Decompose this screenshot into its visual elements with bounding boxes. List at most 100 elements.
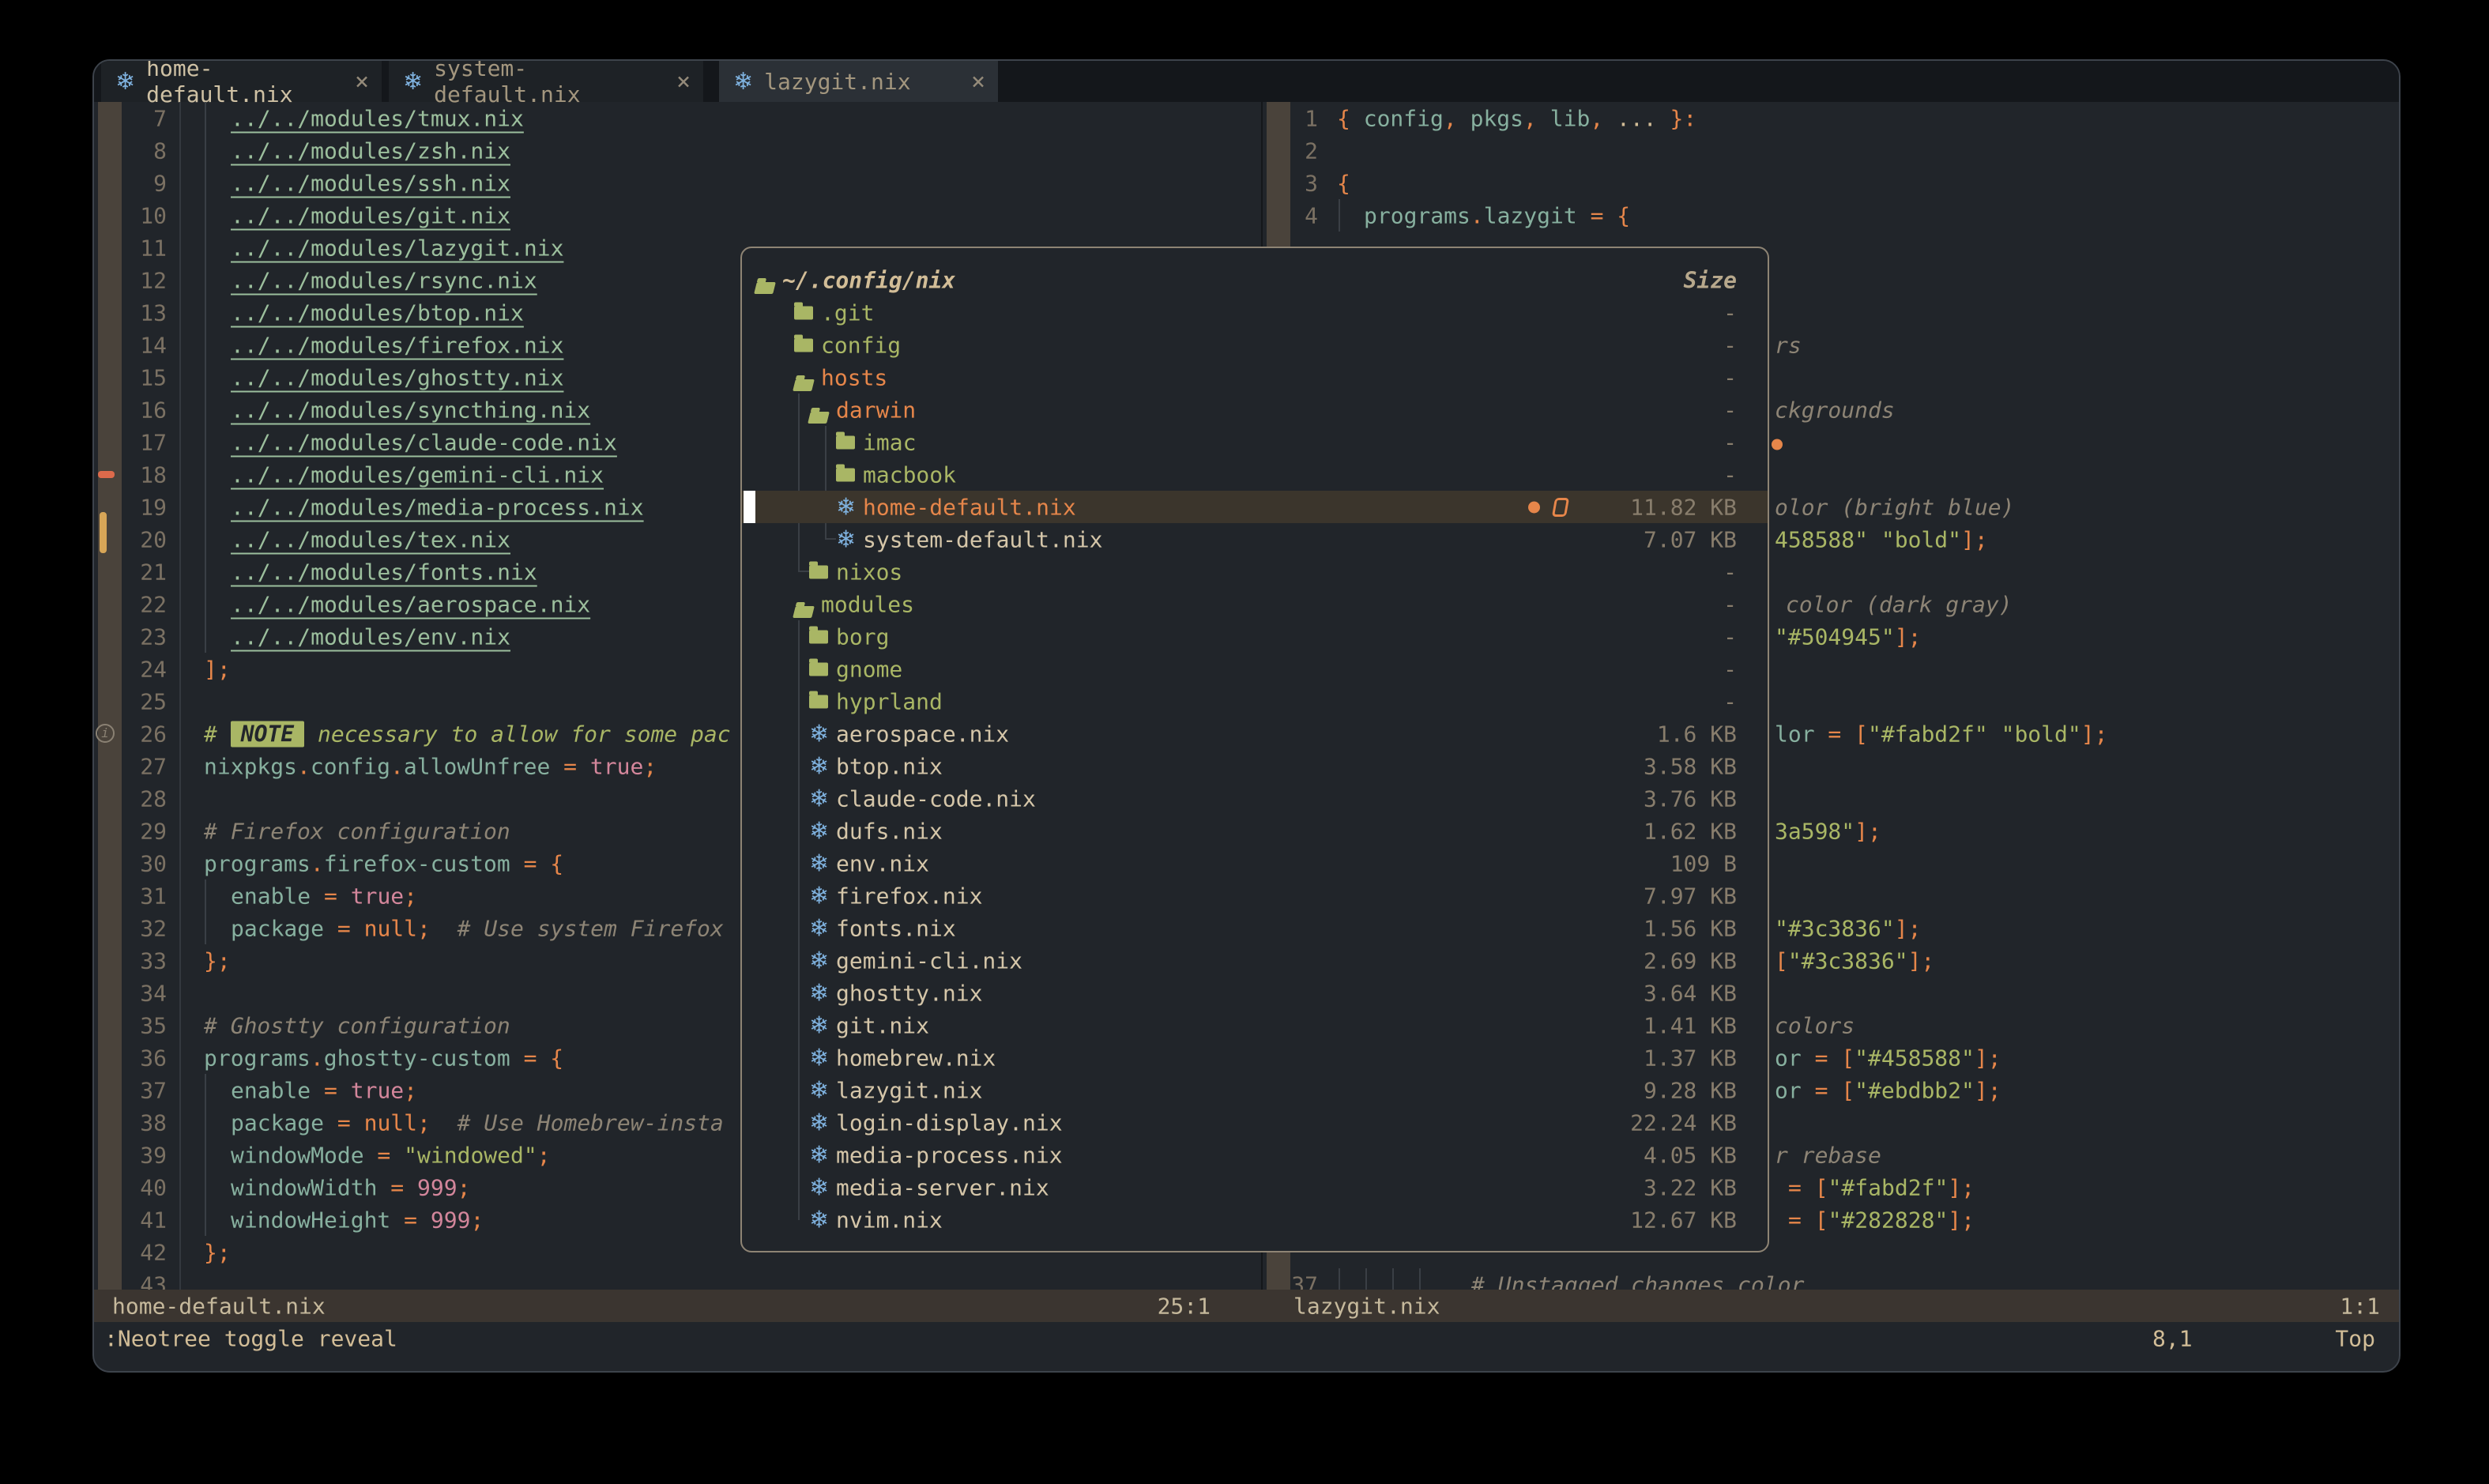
tree-item[interactable]: ❄media-process.nix4.05 KB: [742, 1139, 1768, 1171]
tree-item[interactable]: ❄git.nix1.41 KB: [742, 1009, 1768, 1041]
code-text: windowHeight = 999;: [231, 1207, 484, 1233]
tree-item[interactable]: ❄btop.nix3.58 KB: [742, 750, 1768, 782]
tree-item[interactable]: config-: [742, 329, 1768, 361]
editor-line: 2: [1263, 134, 2401, 167]
code-text: enable = true;: [231, 1077, 417, 1103]
nix-file-icon: ❄: [836, 525, 856, 553]
tree-item-size: 3.58 KB: [1644, 753, 1737, 779]
tree-item[interactable]: nixos-: [742, 556, 1768, 588]
line-number: 3: [1271, 170, 1318, 196]
statusline-cursor-position: 25:1: [1158, 1293, 1211, 1319]
close-icon[interactable]: ×: [960, 68, 985, 96]
tree-item-name: env.nix: [836, 850, 929, 876]
tree-item-name: git.nix: [836, 1012, 929, 1038]
tree-item[interactable]: ❄system-default.nix7.07 KB: [742, 523, 1768, 556]
code-text: nixpkgs.config.allowUnfree = true;: [204, 753, 657, 779]
code-text: ../../modules/tex.nix: [231, 526, 510, 552]
tree-item[interactable]: imac-: [742, 426, 1768, 458]
nix-file-icon: ❄: [809, 817, 829, 845]
folder-icon: [809, 662, 828, 676]
tree-item-size: -: [1723, 332, 1737, 358]
line-number: 40: [118, 1174, 167, 1200]
close-icon[interactable]: ×: [665, 68, 691, 96]
folder-open-icon: [808, 412, 830, 424]
tree-item[interactable]: ❄homebrew.nix1.37 KB: [742, 1041, 1768, 1074]
tree-item[interactable]: ❄gemini-cli.nix2.69 KB: [742, 944, 1768, 977]
line-number: 25: [118, 688, 167, 714]
indent-guide: [1392, 1268, 1394, 1290]
tree-root[interactable]: ~/.config/nixSize: [742, 264, 1768, 296]
tree-item[interactable]: ❄media-server.nix3.22 KB: [742, 1171, 1768, 1203]
line-number: 43: [118, 1271, 167, 1290]
tree-item-size: 1.6 KB: [1657, 721, 1737, 747]
tree-item-name: claude-code.nix: [836, 785, 1036, 812]
nix-file-icon: ❄: [809, 1076, 829, 1104]
code-text: programs.ghostty-custom = {: [204, 1045, 563, 1071]
tree-item[interactable]: ❄login-display.nix22.24 KB: [742, 1106, 1768, 1139]
tree-item[interactable]: ❄aerospace.nix1.6 KB: [742, 718, 1768, 750]
tree-item[interactable]: macbook-: [742, 458, 1768, 491]
line-number: 18: [118, 461, 167, 488]
tree-item-name: btop.nix: [836, 753, 943, 779]
tree-item-size: 22.24 KB: [1630, 1109, 1737, 1136]
code-text: package = null; # Use system Firefox: [231, 915, 724, 941]
code-text: # Unstagged changes color: [1471, 1271, 1804, 1290]
nix-file-icon: ❄: [809, 882, 829, 910]
tree-item[interactable]: ❄ghostty.nix3.64 KB: [742, 977, 1768, 1009]
folder-icon: [836, 468, 855, 481]
tree-item-size: 109 B: [1670, 850, 1737, 876]
git-unstaged-icon: [1552, 498, 1569, 517]
line-number: 34: [118, 980, 167, 1006]
tree-item[interactable]: borg-: [742, 620, 1768, 653]
tree-item[interactable]: ❄ lazygit.nix 9.28 KB: [742, 1074, 1768, 1106]
tree-item[interactable]: modules-: [742, 588, 1768, 620]
editor-line: 10../../modules/git.nix: [94, 199, 1261, 232]
close-icon[interactable]: ×: [344, 68, 369, 96]
line-number: 9: [118, 170, 167, 196]
tree-item-size: -: [1723, 299, 1737, 326]
line-number: 26: [118, 721, 167, 747]
tree-item[interactable]: ❄fonts.nix1.56 KB: [742, 912, 1768, 944]
tree-item[interactable]: hyprland-: [742, 685, 1768, 718]
tree-item-size: 3.76 KB: [1644, 785, 1737, 812]
editor-line: 4programs.lazygit = {: [1263, 199, 2401, 232]
tree-item[interactable]: ❄firefox.nix7.97 KB: [742, 879, 1768, 912]
tabline: ❄ home-default.nix × ❄ system-default.ni…: [94, 61, 2399, 102]
tree-item-size: 9.28 KB: [1644, 1077, 1737, 1103]
tree-item[interactable]: darwin-: [742, 394, 1768, 426]
editor-line: 1{ config, pkgs, lib, ... }:: [1263, 102, 2401, 134]
code-text: ../../modules/zsh.nix: [231, 137, 510, 164]
line-number: 23: [118, 623, 167, 650]
code-text: ../../modules/lazygit.nix: [231, 235, 563, 261]
tab-system-default[interactable]: ❄ system-default.nix ×: [389, 61, 703, 102]
tree-item[interactable]: ❄ env.nix 109 B: [742, 847, 1768, 879]
tree-item-name: media-server.nix: [836, 1174, 1049, 1200]
tab-lazygit[interactable]: ❄ lazygit.nix ×: [719, 61, 998, 102]
line-number: 2: [1271, 137, 1318, 164]
line-number: 15: [118, 364, 167, 390]
code-text: ../../modules/rsync.nix: [231, 267, 537, 293]
tree-item[interactable]: hosts-: [742, 361, 1768, 394]
tree-item[interactable]: ❄dufs.nix1.62 KB: [742, 815, 1768, 847]
tree-item-name: lazygit.nix: [836, 1077, 982, 1103]
nix-file-icon: ❄: [809, 914, 829, 942]
nix-file-icon: ❄: [809, 849, 829, 877]
tree-item[interactable]: gnome-: [742, 653, 1768, 685]
command-line[interactable]: :Neotree toggle reveal 8,1 Top: [94, 1322, 2399, 1354]
code-text: ../../modules/syncthing.nix: [231, 397, 590, 423]
tab-home-default[interactable]: ❄ home-default.nix ×: [101, 61, 382, 102]
tree-item[interactable]: ❄claude-code.nix3.76 KB: [742, 782, 1768, 815]
line-number: 16: [118, 397, 167, 423]
tree-item[interactable]: ❄nvim.nix12.67 KB: [742, 1203, 1768, 1236]
code-text: windowWidth = 999;: [231, 1174, 470, 1200]
folder-icon: [836, 435, 855, 449]
indent-guide: [1339, 199, 1340, 232]
editor-line: 43: [94, 1268, 1261, 1290]
nix-icon: ❄: [115, 68, 135, 96]
code-text: # Ghostty configuration: [204, 1012, 510, 1038]
neotree-popup[interactable]: ~/.config/nixSize.git-config-hosts-darwi…: [740, 247, 1769, 1252]
tree-item[interactable]: ❄home-default.nix 11.82 KB: [742, 491, 1768, 523]
statusline-cursor-position: 1:1: [2340, 1293, 2380, 1319]
line-number: 24: [118, 656, 167, 682]
tree-item[interactable]: .git-: [742, 296, 1768, 329]
